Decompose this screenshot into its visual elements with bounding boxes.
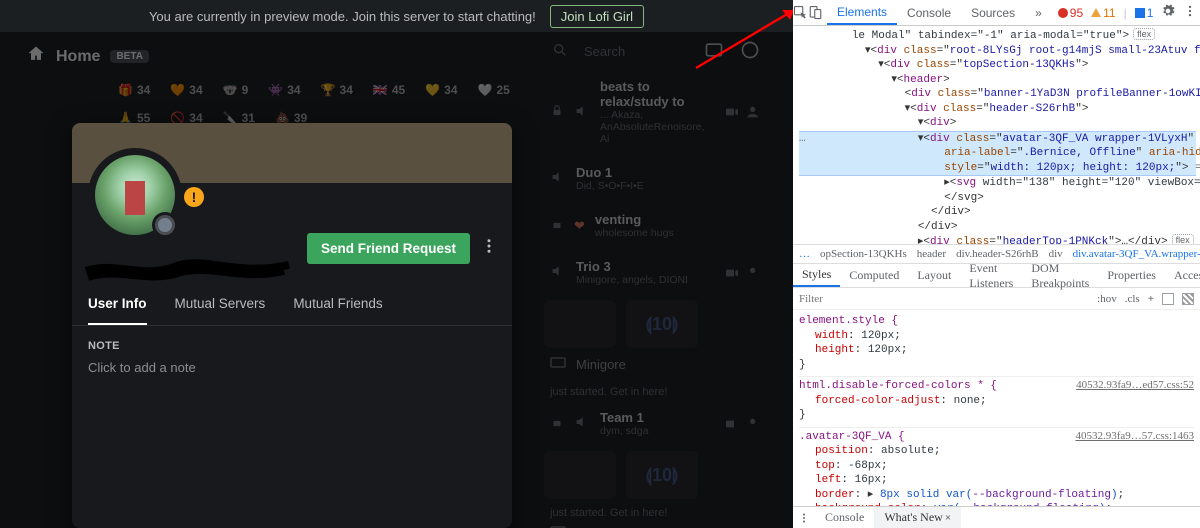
settings-icon[interactable] [1161,4,1175,21]
kebab-icon[interactable] [1183,4,1197,21]
tab-layout[interactable]: Layout [908,264,960,287]
tab-styles[interactable]: Styles [793,264,840,287]
tab-mutual-servers[interactable]: Mutual Servers [175,296,266,325]
selected-dom-node[interactable]: … ▾<div class="avatar-3QF_VA wrapper-1VL… [799,131,1196,177]
note-input[interactable]: Click to add a note [88,360,496,375]
tab-dom-breakpoints[interactable]: DOM Breakpoints [1022,264,1098,287]
error-count[interactable]: 95 [1058,6,1083,20]
join-server-button[interactable]: Join Lofi Girl [550,5,644,28]
tab-event-listeners[interactable]: Event Listeners [960,264,1022,287]
preview-bar: You are currently in preview mode. Join … [0,0,793,32]
devtools-tabbar: Elements Console Sources » 95 11 | 1 [793,0,1200,26]
css-source-link[interactable]: 40532.93fa9…57.css:1463 [1075,430,1194,442]
note-heading: NOTE [88,340,496,352]
hov-toggle[interactable]: :hov [1097,293,1117,305]
inspect-element-icon[interactable] [793,0,808,25]
warning-badge: ! [184,187,204,207]
styles-filter-input[interactable] [793,293,1091,305]
drawer-tab-whatsnew[interactable]: What's New× [874,507,961,528]
profile-tabs: User Info Mutual Servers Mutual Friends [72,278,512,325]
annotation-arrow [694,2,793,72]
tab-sources[interactable]: Sources [961,0,1025,25]
cls-toggle[interactable]: .cls [1125,293,1140,305]
tab-user-info[interactable]: User Info [88,296,147,325]
tab-properties[interactable]: Properties [1098,264,1165,287]
drawer-tab-console[interactable]: Console [815,507,874,528]
close-icon[interactable]: × [945,512,951,524]
tab-console[interactable]: Console [897,0,961,25]
tab-accessibility[interactable]: Accessibility [1165,264,1200,287]
device-toggle-icon[interactable] [808,0,823,25]
warning-count[interactable]: 11 [1091,6,1115,20]
info-count[interactable]: 1 [1135,6,1154,20]
dom-tree[interactable]: le Modal" tabindex="-1" aria-modal="true… [793,26,1200,244]
tab-computed[interactable]: Computed [840,264,908,287]
devtools-panel: Elements Console Sources » 95 11 | 1 le … [793,0,1200,528]
kebab-icon[interactable] [793,512,815,524]
user-profile-modal: ! Send Friend Request User Info Mutual S… [72,123,512,528]
css-source-link[interactable]: 40532.93fa9…ed57.css:52 [1076,379,1194,391]
status-offline-icon [152,212,178,238]
new-rule-button[interactable]: + [1148,293,1154,305]
tab-more[interactable]: » [1025,0,1052,25]
preview-text: You are currently in preview mode. Join … [149,9,536,24]
styles-pane[interactable]: element.style { width: 120px; height: 12… [793,310,1200,506]
toggle-box-icon[interactable] [1162,293,1174,305]
tab-mutual-friends[interactable]: Mutual Friends [293,296,382,325]
tab-elements[interactable]: Elements [827,0,897,25]
redacted-username [84,257,294,281]
send-friend-request-button[interactable]: Send Friend Request [307,233,470,264]
toggle-box-icon[interactable] [1182,293,1194,305]
avatar[interactable] [88,148,182,242]
devtools-drawer: Console What's New× [793,506,1200,528]
more-options-button[interactable] [480,237,498,260]
styles-tabbar: Styles Computed Layout Event Listeners D… [793,264,1200,288]
